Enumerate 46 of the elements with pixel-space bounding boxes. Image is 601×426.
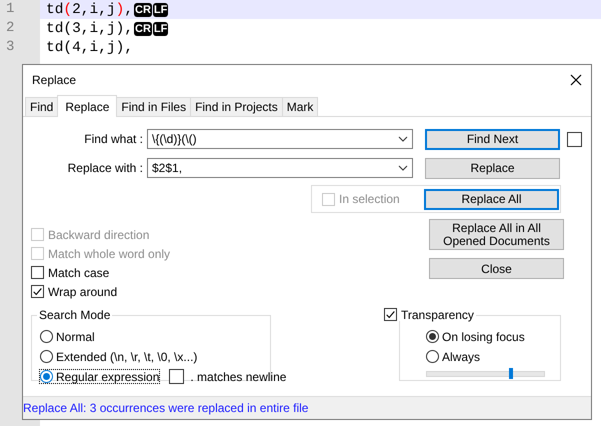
close-icon[interactable]	[570, 74, 582, 86]
replace-all-opened-button[interactable]: Replace All in All Opened Documents	[429, 219, 564, 250]
transparency-radio[interactable]: Always	[426, 350, 560, 363]
field-label: Find what :	[83, 132, 144, 146]
replace-with-field[interactable]: $2$1,	[147, 158, 413, 178]
replace-all-button[interactable]: Replace All	[424, 188, 559, 210]
eol-marker: CR	[134, 22, 152, 36]
search-mode-radio[interactable]: Normal	[40, 330, 95, 343]
eol-marker: CR	[134, 2, 152, 16]
code-text: td(4,i,j),	[46, 40, 134, 56]
transparency-radio[interactable]: On losing focus	[426, 330, 560, 343]
line-number: 3	[0, 38, 40, 57]
slider-thumb[interactable]	[509, 368, 514, 379]
tab[interactable]: Mark	[282, 97, 318, 116]
matched-brace: )	[116, 2, 124, 18]
tab[interactable]: Find in Projects	[190, 97, 283, 116]
code-text: 2,i,j	[72, 2, 116, 18]
line-number: 1	[0, 0, 40, 19]
eol-marker: LF	[152, 22, 168, 36]
group-title: Search Mode	[37, 308, 112, 322]
dropdown-chevron-icon[interactable]	[398, 165, 408, 171]
eol-marker: LF	[152, 2, 168, 16]
window-title: Replace	[32, 72, 76, 86]
matches-newline-checkbox[interactable]: . matches newline	[169, 370, 286, 383]
option-checkbox[interactable]: Match case	[31, 266, 417, 279]
checkbox[interactable]	[567, 132, 582, 146]
code-text: ,	[124, 2, 134, 18]
replace-button[interactable]: Replace	[425, 158, 560, 178]
close-button[interactable]: Close	[429, 258, 564, 279]
checkmark-icon	[32, 286, 43, 297]
find-next-button[interactable]: Find Next	[425, 128, 560, 150]
field-label: Replace with :	[66, 161, 144, 175]
line-number: 2	[0, 19, 40, 38]
search-mode-radio[interactable]: Extended (\n, \r, \t, \0, \x...)	[40, 350, 198, 363]
code-text: td	[46, 2, 64, 18]
tab[interactable]: Find in Files	[116, 97, 192, 116]
option-checkbox[interactable]: Wrap around	[31, 285, 417, 298]
dropdown-chevron-icon[interactable]	[398, 136, 408, 142]
find-what-field[interactable]: \{(\d)}(\()	[147, 129, 413, 149]
tab[interactable]: Find	[25, 97, 58, 116]
search-mode-radio[interactable]: Regular expression	[40, 370, 160, 383]
matched-brace: (	[63, 2, 72, 18]
transparency-checkbox[interactable]: Transparency	[384, 308, 476, 321]
code-text: td(3,i,j),	[46, 20, 134, 36]
checkmark-icon	[385, 309, 396, 320]
tab[interactable]: Replace	[57, 95, 118, 117]
